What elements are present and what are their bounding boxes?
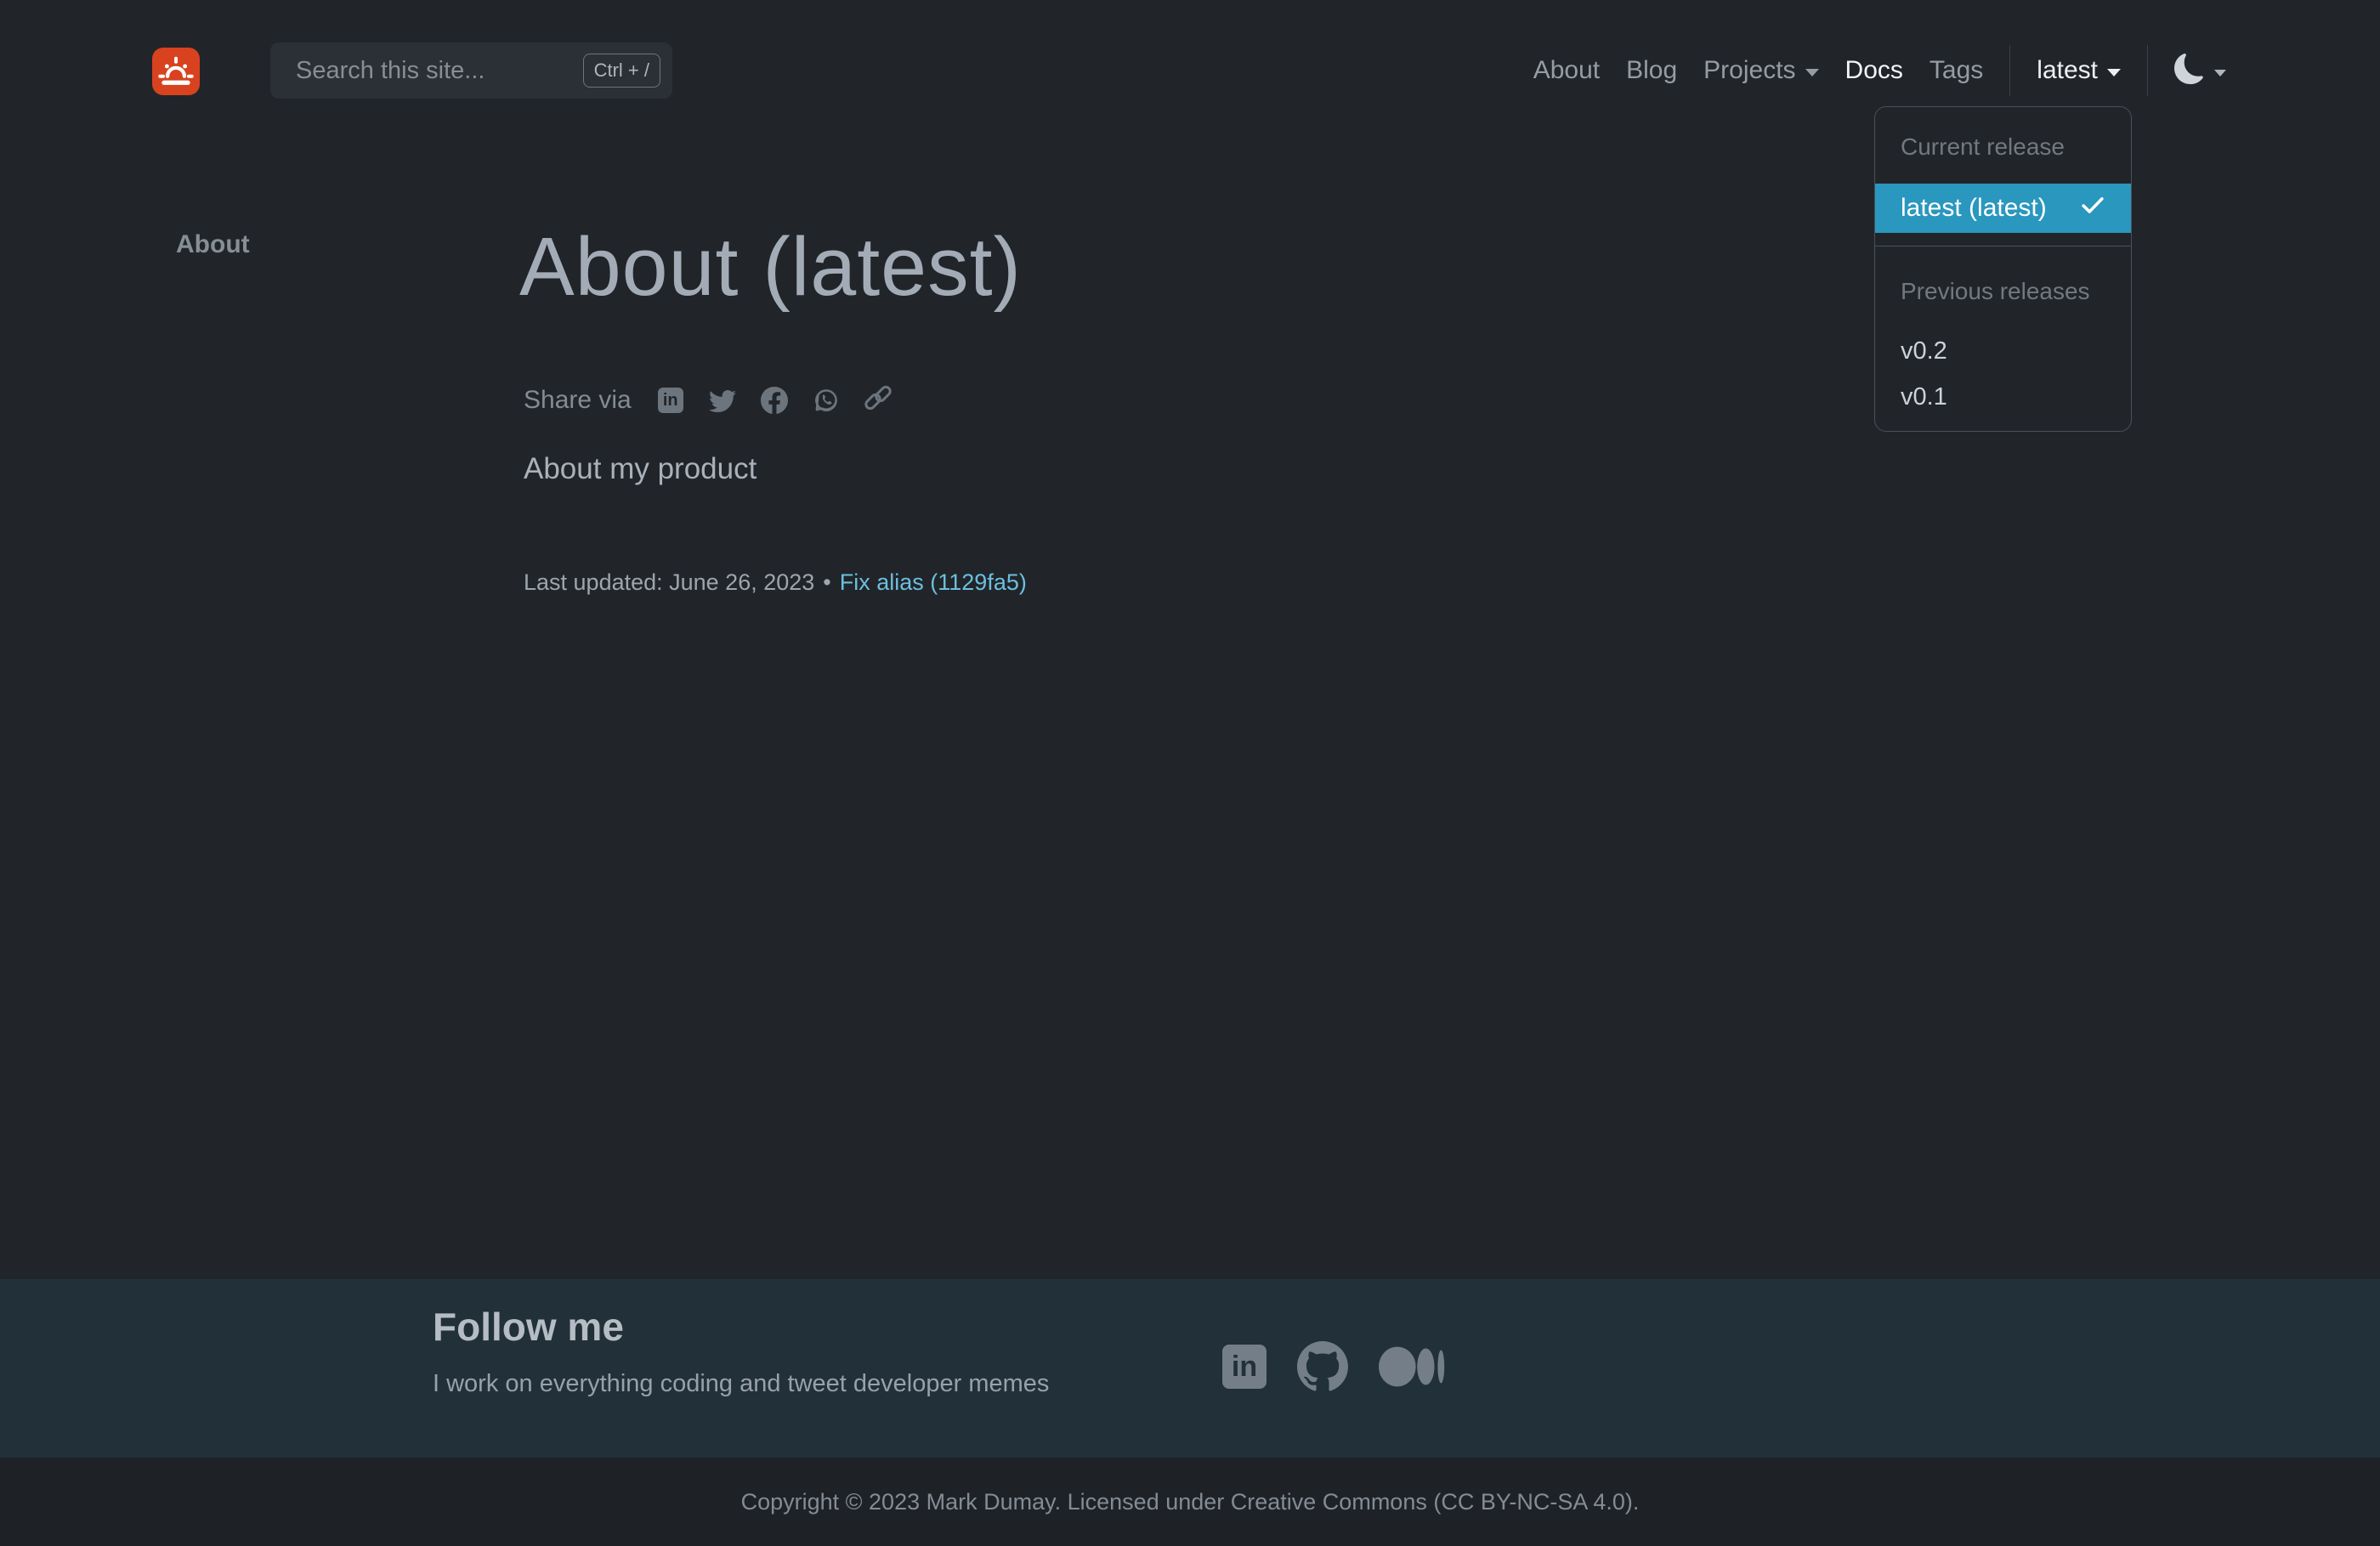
footer-social-links: in: [1222, 1340, 1445, 1393]
chevron-down-icon: [2214, 70, 2226, 76]
linkedin-icon[interactable]: in: [657, 387, 684, 414]
last-updated-label: Last updated: June 26, 2023: [524, 569, 814, 595]
footer: [0, 1279, 2380, 1458]
version-dropdown-menu: Current release latest (latest) Previous…: [1874, 106, 2132, 432]
linkedin-icon[interactable]: in: [1222, 1345, 1266, 1389]
footer-title: Follow me: [433, 1304, 624, 1350]
bullet-separator: •: [823, 569, 830, 595]
share-row: Share via in: [524, 379, 893, 422]
share-label: Share via: [524, 386, 632, 415]
article-body: About my product: [524, 452, 756, 486]
page: Ctrl + / About Blog Projects Docs Tags l…: [0, 0, 2380, 1546]
nav-item-about[interactable]: About: [1533, 56, 1600, 85]
main-navigation: About Blog Projects Docs Tags latest: [1533, 42, 2226, 99]
menu-header-current: Current release: [1875, 126, 2131, 168]
moon-icon: [2174, 54, 2205, 88]
navbar-divider: [2147, 45, 2148, 96]
github-icon[interactable]: [1297, 1341, 1348, 1392]
copyright-bar: Copyright © 2023 Mark Dumay. Licensed un…: [0, 1458, 2380, 1546]
site-logo[interactable]: [152, 48, 200, 95]
nav-item-docs[interactable]: Docs: [1845, 56, 1903, 85]
chevron-down-icon: [1805, 69, 1819, 76]
facebook-icon[interactable]: [761, 387, 788, 414]
page-title: About (latest): [519, 219, 1022, 314]
copyright-text: Copyright © 2023 Mark Dumay. Licensed un…: [741, 1489, 1640, 1515]
menu-item-latest[interactable]: latest (latest): [1875, 184, 2131, 233]
menu-item-v0-1[interactable]: v0.1: [1875, 374, 2131, 420]
footer-subtitle: I work on everything coding and tweet de…: [433, 1370, 1049, 1398]
last-updated: Last updated: June 26, 2023 • Fix alias (1…: [524, 569, 1027, 596]
menu-item-v0-2[interactable]: v0.2: [1875, 328, 2131, 374]
version-dropdown-toggle[interactable]: latest: [2037, 56, 2121, 85]
theme-toggle[interactable]: [2174, 54, 2226, 88]
whatsapp-icon[interactable]: [813, 387, 840, 414]
search-shortcut-hint: Ctrl + /: [583, 54, 660, 88]
chevron-down-icon: [2107, 69, 2121, 76]
twitter-icon[interactable]: [709, 387, 736, 414]
commit-link[interactable]: Fix alias (1129fa5): [840, 569, 1027, 595]
menu-header-previous: Previous releases: [1875, 270, 2131, 313]
search-input[interactable]: [294, 56, 583, 86]
navbar-divider: [2009, 45, 2010, 96]
sidebar-item-about[interactable]: About: [176, 230, 250, 259]
nav-item-tags[interactable]: Tags: [1930, 56, 1983, 85]
nav-item-blog[interactable]: Blog: [1626, 56, 1677, 85]
site-search: Ctrl + /: [270, 42, 672, 99]
link-icon[interactable]: [864, 386, 893, 415]
medium-icon[interactable]: [1379, 1345, 1445, 1389]
check-icon: [2080, 192, 2105, 224]
sunrise-icon: [156, 50, 196, 93]
nav-item-projects[interactable]: Projects: [1703, 56, 1818, 85]
